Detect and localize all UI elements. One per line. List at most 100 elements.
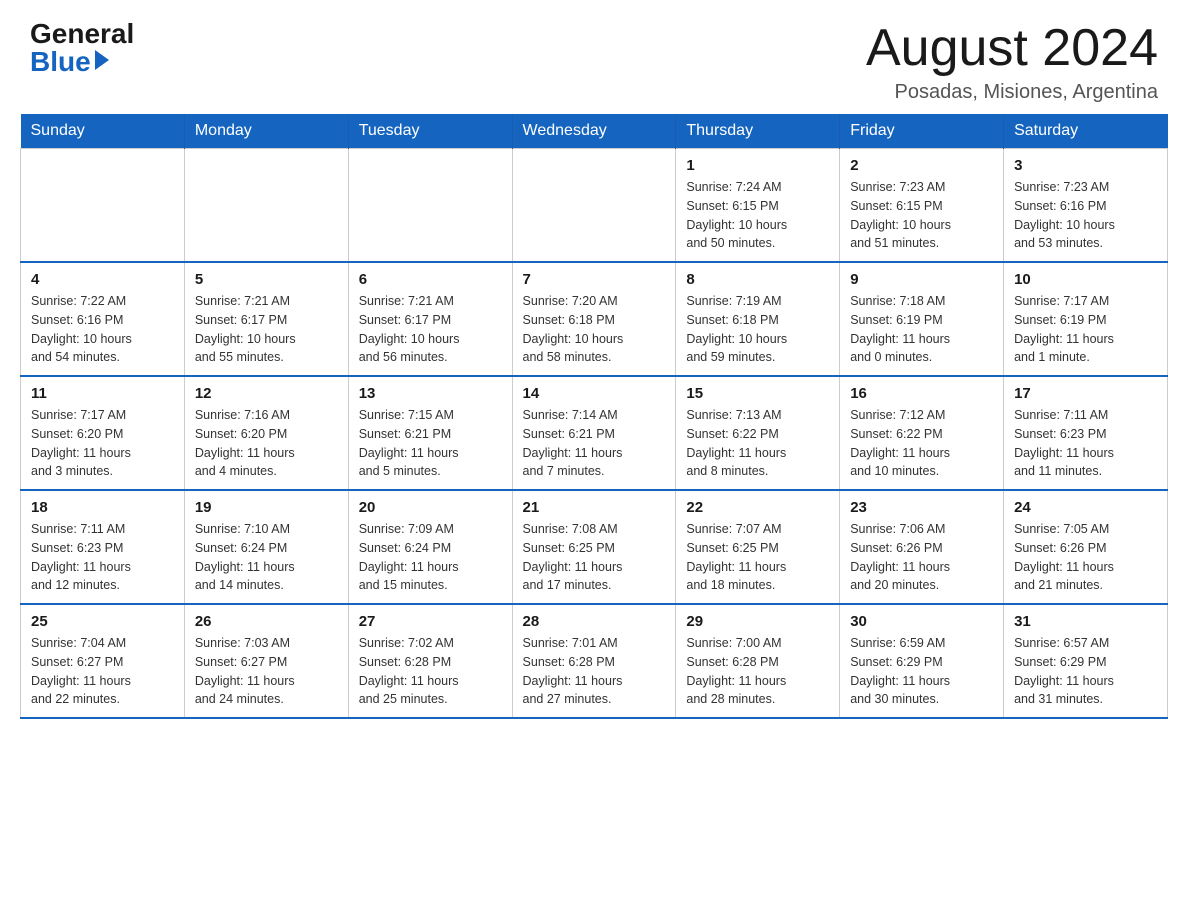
calendar-cell: 3 Sunrise: 7:23 AMSunset: 6:16 PMDaylight… [1004,149,1168,263]
day-info: Sunrise: 7:23 AMSunset: 6:15 PMDaylight:… [850,178,993,253]
day-number: 1 [686,157,829,174]
weekday-header-monday: Monday [184,114,348,149]
day-number: 16 [850,385,993,402]
calendar-cell: 16 Sunrise: 7:12 AMSunset: 6:22 PMDayligh… [840,376,1004,490]
day-info: Sunrise: 7:21 AMSunset: 6:17 PMDaylight:… [195,292,338,367]
day-number: 22 [686,499,829,516]
calendar-cell: 5Sunrise: 7:21 AMSunset: 6:17 PMDaylight… [184,262,348,376]
day-number: 29 [686,613,829,630]
week-row-4: 18Sunrise: 7:11 AMSunset: 6:23 PMDayligh… [21,490,1168,604]
week-row-1: 1 Sunrise: 7:24 AMSunset: 6:15 PMDaylight… [21,149,1168,263]
day-info: Sunrise: 7:21 AMSunset: 6:17 PMDaylight:… [359,292,502,367]
calendar-cell: 11Sunrise: 7:17 AMSunset: 6:20 PMDayligh… [21,376,185,490]
logo-triangle-icon [95,50,109,70]
calendar-cell [21,149,185,263]
month-title: August 2024 [866,20,1158,77]
calendar-cell: 20 Sunrise: 7:09 AMSunset: 6:24 PMDayligh… [348,490,512,604]
weekday-header-tuesday: Tuesday [348,114,512,149]
day-number: 18 [31,499,174,516]
week-row-5: 25Sunrise: 7:04 AMSunset: 6:27 PMDayligh… [21,604,1168,718]
calendar-container: SundayMondayTuesdayWednesdayThursdayFrid… [0,114,1188,739]
calendar-cell: 17Sunrise: 7:11 AMSunset: 6:23 PMDayligh… [1004,376,1168,490]
day-info: Sunrise: 7:14 AMSunset: 6:21 PMDaylight:… [523,406,666,481]
weekday-header-wednesday: Wednesday [512,114,676,149]
calendar-cell: 9Sunrise: 7:18 AMSunset: 6:19 PMDaylight… [840,262,1004,376]
calendar-cell: 12 Sunrise: 7:16 AMSunset: 6:20 PMDayligh… [184,376,348,490]
calendar-header: SundayMondayTuesdayWednesdayThursdayFrid… [21,114,1168,149]
day-number: 7 [523,271,666,288]
day-info: Sunrise: 7:11 AMSunset: 6:23 PMDaylight:… [1014,406,1157,481]
calendar-cell: 7 Sunrise: 7:20 AMSunset: 6:18 PMDaylight… [512,262,676,376]
day-number: 30 [850,613,993,630]
calendar-cell: 18Sunrise: 7:11 AMSunset: 6:23 PMDayligh… [21,490,185,604]
calendar-cell: 30 Sunrise: 6:59 AMSunset: 6:29 PMDayligh… [840,604,1004,718]
day-info: Sunrise: 7:24 AMSunset: 6:15 PMDaylight:… [686,178,829,253]
day-info: Sunrise: 7:16 AMSunset: 6:20 PMDaylight:… [195,406,338,481]
day-number: 24 [1014,499,1157,516]
logo-general-text: General [30,20,134,48]
day-info: Sunrise: 7:12 AMSunset: 6:22 PMDaylight:… [850,406,993,481]
calendar-cell: 31 Sunrise: 6:57 AMSunset: 6:29 PMDayligh… [1004,604,1168,718]
calendar-cell: 13 Sunrise: 7:15 AMSunset: 6:21 PMDayligh… [348,376,512,490]
day-info: Sunrise: 7:10 AMSunset: 6:24 PMDaylight:… [195,520,338,595]
day-number: 4 [31,271,174,288]
day-info: Sunrise: 7:23 AMSunset: 6:16 PMDaylight:… [1014,178,1157,253]
day-info: Sunrise: 7:18 AMSunset: 6:19 PMDaylight:… [850,292,993,367]
calendar-table: SundayMondayTuesdayWednesdayThursdayFrid… [20,114,1168,719]
calendar-cell [348,149,512,263]
calendar-cell: 27Sunrise: 7:02 AMSunset: 6:28 PMDayligh… [348,604,512,718]
day-info: Sunrise: 7:08 AMSunset: 6:25 PMDaylight:… [523,520,666,595]
calendar-cell: 23 Sunrise: 7:06 AMSunset: 6:26 PMDayligh… [840,490,1004,604]
day-info: Sunrise: 6:59 AMSunset: 6:29 PMDaylight:… [850,634,993,709]
calendar-cell: 21 Sunrise: 7:08 AMSunset: 6:25 PMDayligh… [512,490,676,604]
logo: General Blue [30,20,134,76]
day-info: Sunrise: 7:03 AMSunset: 6:27 PMDaylight:… [195,634,338,709]
calendar-cell: 28Sunrise: 7:01 AMSunset: 6:28 PMDayligh… [512,604,676,718]
calendar-body: 1 Sunrise: 7:24 AMSunset: 6:15 PMDaylight… [21,149,1168,719]
day-number: 3 [1014,157,1157,174]
weekday-header-thursday: Thursday [676,114,840,149]
week-row-2: 4 Sunrise: 7:22 AMSunset: 6:16 PMDaylight… [21,262,1168,376]
day-number: 12 [195,385,338,402]
calendar-cell: 19 Sunrise: 7:10 AMSunset: 6:24 PMDayligh… [184,490,348,604]
location-subtitle: Posadas, Misiones, Argentina [866,81,1158,104]
weekday-header-friday: Friday [840,114,1004,149]
weekday-header-row: SundayMondayTuesdayWednesdayThursdayFrid… [21,114,1168,149]
day-number: 23 [850,499,993,516]
day-number: 6 [359,271,502,288]
day-number: 21 [523,499,666,516]
day-number: 15 [686,385,829,402]
title-block: August 2024 Posadas, Misiones, Argentina [866,20,1158,104]
day-info: Sunrise: 7:15 AMSunset: 6:21 PMDaylight:… [359,406,502,481]
calendar-cell: 25Sunrise: 7:04 AMSunset: 6:27 PMDayligh… [21,604,185,718]
day-info: Sunrise: 7:09 AMSunset: 6:24 PMDaylight:… [359,520,502,595]
calendar-cell: 22 Sunrise: 7:07 AMSunset: 6:25 PMDayligh… [676,490,840,604]
day-info: Sunrise: 7:20 AMSunset: 6:18 PMDaylight:… [523,292,666,367]
day-info: Sunrise: 7:13 AMSunset: 6:22 PMDaylight:… [686,406,829,481]
day-number: 8 [686,271,829,288]
day-info: Sunrise: 7:22 AMSunset: 6:16 PMDaylight:… [31,292,174,367]
day-info: Sunrise: 6:57 AMSunset: 6:29 PMDaylight:… [1014,634,1157,709]
day-info: Sunrise: 7:17 AMSunset: 6:19 PMDaylight:… [1014,292,1157,367]
day-info: Sunrise: 7:07 AMSunset: 6:25 PMDaylight:… [686,520,829,595]
day-number: 14 [523,385,666,402]
day-number: 27 [359,613,502,630]
calendar-cell: 26Sunrise: 7:03 AMSunset: 6:27 PMDayligh… [184,604,348,718]
calendar-cell [512,149,676,263]
day-info: Sunrise: 7:17 AMSunset: 6:20 PMDaylight:… [31,406,174,481]
day-number: 31 [1014,613,1157,630]
day-info: Sunrise: 7:05 AMSunset: 6:26 PMDaylight:… [1014,520,1157,595]
day-info: Sunrise: 7:01 AMSunset: 6:28 PMDaylight:… [523,634,666,709]
calendar-cell: 14 Sunrise: 7:14 AMSunset: 6:21 PMDayligh… [512,376,676,490]
calendar-cell [184,149,348,263]
weekday-header-saturday: Saturday [1004,114,1168,149]
calendar-cell: 8 Sunrise: 7:19 AMSunset: 6:18 PMDaylight… [676,262,840,376]
day-number: 13 [359,385,502,402]
calendar-cell: 15 Sunrise: 7:13 AMSunset: 6:22 PMDayligh… [676,376,840,490]
day-info: Sunrise: 7:06 AMSunset: 6:26 PMDaylight:… [850,520,993,595]
day-info: Sunrise: 7:19 AMSunset: 6:18 PMDaylight:… [686,292,829,367]
day-number: 2 [850,157,993,174]
day-number: 20 [359,499,502,516]
day-number: 19 [195,499,338,516]
calendar-cell: 2 Sunrise: 7:23 AMSunset: 6:15 PMDaylight… [840,149,1004,263]
